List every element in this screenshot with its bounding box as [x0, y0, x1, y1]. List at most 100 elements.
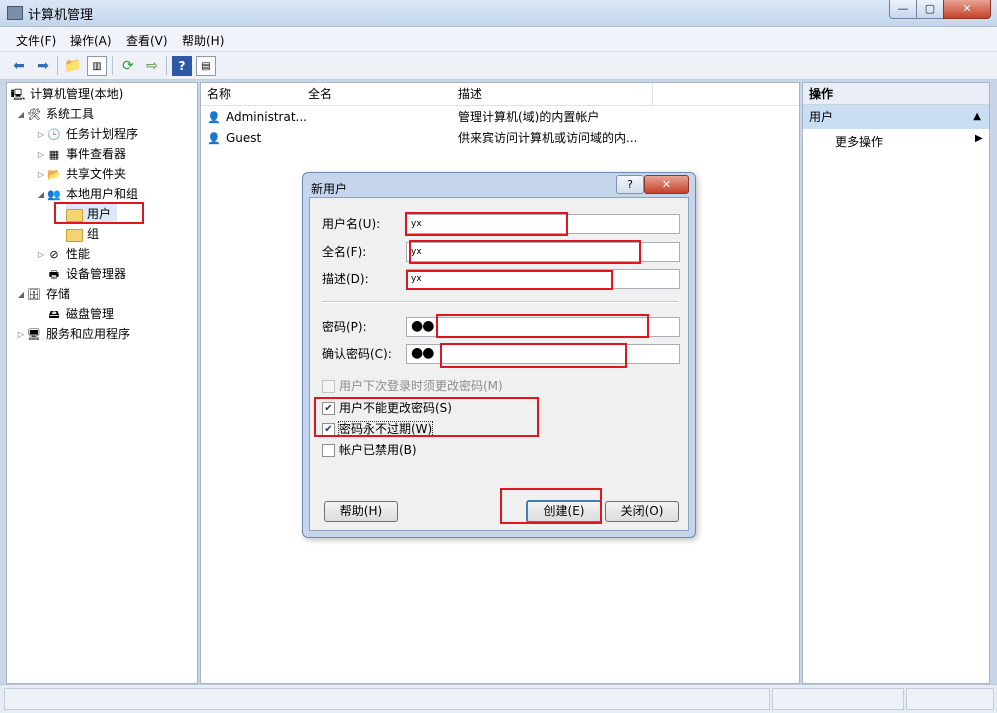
tree-item-storage[interactable]: ◢ 🗄 存储 — [16, 284, 70, 304]
more-actions-link[interactable]: 更多操作 — [835, 133, 883, 150]
status-bar — [0, 684, 997, 713]
event-viewer-icon: ▦ — [48, 147, 60, 161]
help-icon[interactable]: ? — [172, 56, 192, 76]
checkbox-box[interactable]: ✔ — [322, 423, 335, 436]
password-never-expires-checkbox[interactable]: ✔ 密码永不过期(W) — [322, 419, 434, 439]
actions-title: 操作 — [803, 83, 989, 105]
collapsed-arrow-icon[interactable]: ▷ — [16, 325, 26, 345]
cannot-change-password-checkbox[interactable]: ✔ 用户不能更改密码(S) — [322, 398, 452, 418]
collapsed-arrow-icon[interactable]: ▷ — [36, 165, 46, 185]
tree-item-system-tools[interactable]: ◢ 🛠 系统工具 — [16, 104, 94, 124]
tree-item-root[interactable]: 🖳 计算机管理(本地) — [10, 84, 124, 104]
list-item-description: 管理计算机(域)的内置帐户 — [458, 110, 600, 124]
tree-item-device-manager[interactable]: 🖶 设备管理器 — [46, 264, 126, 284]
computer-management-icon — [7, 6, 23, 20]
status-pane — [906, 688, 994, 710]
password-field[interactable]: ●● — [406, 317, 680, 337]
tree-item-shared-folders[interactable]: ▷ 📂 共享文件夹 — [36, 164, 126, 184]
user-icon: 👤 — [207, 110, 221, 124]
tree-item-task-scheduler[interactable]: ▷ 🕒 任务计划程序 — [36, 124, 138, 144]
services-icon: 🖥 — [27, 327, 41, 341]
confirm-password-label: 确认密码(C): — [322, 347, 392, 361]
forward-icon[interactable]: ➡ — [33, 56, 53, 76]
dialog-body: 用户名(U): yx 全名(F): yx 描述(D): yx 密码(P): ●●… — [309, 197, 689, 531]
performance-icon: ⊘ — [49, 247, 59, 261]
collapse-up-icon[interactable]: ▲ — [973, 105, 981, 129]
show-hide-tree-icon[interactable]: ▥ — [87, 56, 107, 76]
collapsed-arrow-icon[interactable]: ▷ — [36, 245, 46, 265]
confirm-password-field[interactable]: ●● — [406, 344, 680, 364]
collapsed-arrow-icon[interactable]: ▷ — [36, 145, 46, 165]
maximize-button[interactable]: ▢ — [916, 0, 944, 19]
create-button[interactable]: 创建(E) — [526, 500, 602, 523]
menu-bar: 文件(F) 操作(A) 查看(V) 帮助(H) — [0, 27, 997, 52]
status-pane — [4, 688, 770, 710]
column-header-name[interactable]: 名称 — [201, 83, 303, 105]
expanded-arrow-icon[interactable]: ◢ — [36, 185, 46, 205]
tree-item-local-users-groups[interactable]: ◢ 👥 本地用户和组 — [36, 184, 138, 204]
collapsed-arrow-icon[interactable]: ▷ — [36, 125, 46, 145]
title-bar: 计算机管理 — ▢ ✕ — [0, 0, 997, 27]
must-change-password-checkbox[interactable]: 用户下次登录时须更改密码(M) — [322, 376, 503, 396]
menu-action[interactable]: 操作(A) — [70, 32, 112, 49]
tree-item-services-apps[interactable]: ▷ 🖥 服务和应用程序 — [16, 324, 130, 344]
back-icon[interactable]: ⬅ — [9, 56, 29, 76]
fullname-field[interactable]: yx — [406, 242, 680, 262]
list-item[interactable]: 👤 Administrat... — [206, 107, 307, 127]
folder-icon — [66, 209, 83, 222]
computer-icon: 🖳 — [10, 87, 26, 101]
username-field[interactable]: yx — [406, 214, 680, 234]
account-disabled-checkbox[interactable]: 帐户已禁用(B) — [322, 440, 417, 460]
tree-item-disk-management[interactable]: 🖴 磁盘管理 — [46, 304, 114, 324]
navigation-tree: 🖳 计算机管理(本地) ◢ 🛠 系统工具 ▷ 🕒 任务计划程序 ▷ ▦ 事件查看器 ▷ 📂 共享文… — [6, 82, 198, 684]
column-header-description[interactable]: 描述 — [452, 83, 653, 105]
minimize-button[interactable]: — — [889, 0, 917, 19]
clock-icon: 🕒 — [47, 127, 61, 141]
storage-icon: 🗄 — [27, 287, 41, 301]
menu-view[interactable]: 查看(V) — [126, 32, 168, 49]
show-hide-action-pane-icon[interactable]: ▤ — [196, 56, 216, 76]
column-header-fullname[interactable]: 全名 — [302, 83, 453, 105]
close-button[interactable]: ✕ — [943, 0, 991, 19]
disk-icon: 🖴 — [48, 307, 60, 321]
username-label: 用户名(U): — [322, 217, 381, 231]
user-icon: 👤 — [207, 131, 221, 145]
toolbar: ⬅ ➡ 📁 ▥ ⟳ ⇨ ? ▤ — [0, 52, 997, 80]
up-folder-icon[interactable]: 📁 — [63, 56, 83, 76]
status-pane — [772, 688, 904, 710]
tree-item-groups[interactable]: 组 — [66, 224, 99, 244]
device-manager-icon: 🖶 — [48, 267, 60, 281]
shared-folder-icon: 📂 — [47, 167, 61, 181]
tree-item-users[interactable]: 用户 — [66, 204, 118, 224]
description-field[interactable]: yx — [406, 269, 680, 289]
help-button[interactable]: 帮助(H) — [324, 501, 398, 522]
toolbar-separator — [112, 56, 113, 75]
divider — [322, 301, 678, 303]
checkbox-box[interactable]: ✔ — [322, 402, 335, 415]
close-dialog-button[interactable]: 关闭(O) — [605, 501, 679, 522]
tree-item-performance[interactable]: ▷ ⊘ 性能 — [36, 244, 90, 264]
tools-icon: 🛠 — [27, 107, 41, 121]
tree-item-event-viewer[interactable]: ▷ ▦ 事件查看器 — [36, 144, 126, 164]
dialog-help-icon[interactable]: ? — [616, 175, 644, 194]
refresh-icon[interactable]: ⟳ — [118, 56, 138, 76]
fullname-label: 全名(F): — [322, 245, 367, 259]
dialog-title: 新用户 — [311, 182, 348, 196]
menu-file[interactable]: 文件(F) — [16, 32, 56, 49]
toolbar-separator — [166, 56, 167, 75]
list-item[interactable]: 👤 Guest — [206, 128, 261, 148]
toolbar-separator — [57, 56, 58, 75]
checkbox-box[interactable] — [322, 380, 335, 393]
window-title: 计算机管理 — [28, 8, 94, 23]
description-label: 描述(D): — [322, 272, 369, 286]
list-item-description: 供来宾访问计算机或访问域的内... — [458, 131, 638, 145]
actions-section-users[interactable]: 用户 ▲ — [803, 105, 989, 129]
checkbox-box[interactable] — [322, 444, 335, 457]
actions-pane: 操作 用户 ▲ 更多操作 ▶ — [802, 82, 990, 684]
menu-help[interactable]: 帮助(H) — [182, 32, 224, 49]
users-group-icon: 👥 — [47, 187, 61, 201]
export-list-icon[interactable]: ⇨ — [142, 56, 162, 76]
expanded-arrow-icon[interactable]: ◢ — [16, 285, 26, 305]
dialog-close-icon[interactable]: ✕ — [644, 175, 689, 194]
expanded-arrow-icon[interactable]: ◢ — [16, 105, 26, 125]
